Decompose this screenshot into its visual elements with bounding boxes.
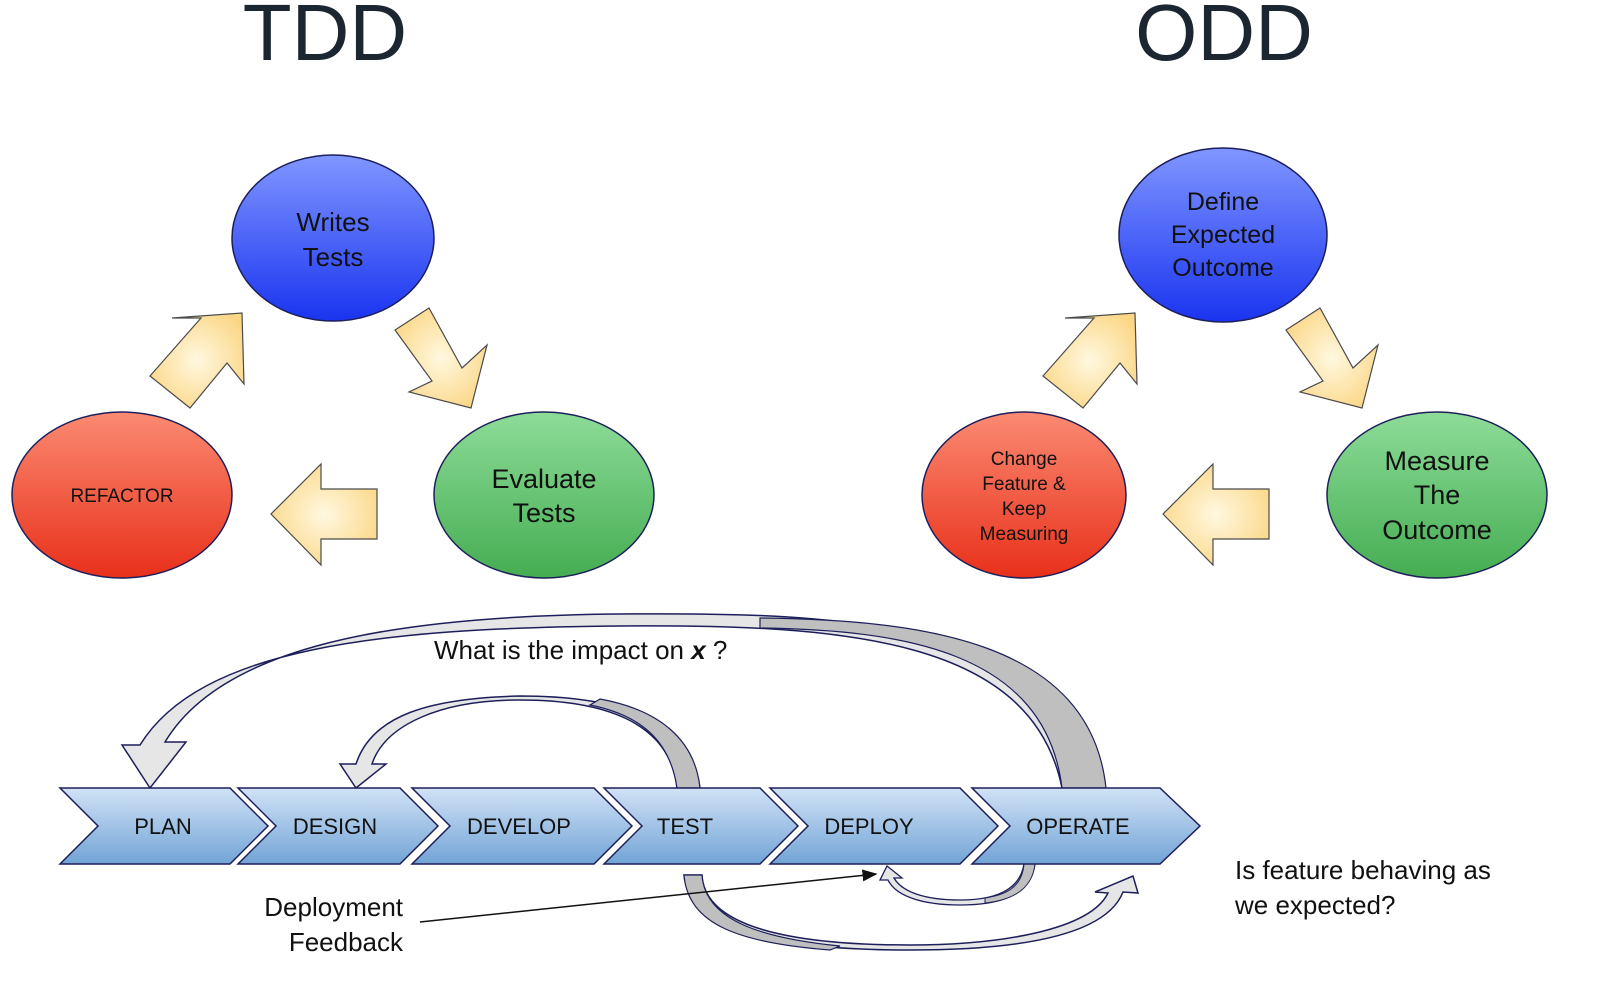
tdd-section: TDD Writes Tests Evaluate Tests REFACTOR (11, 0, 655, 579)
step-label: PLAN (134, 814, 191, 839)
cycle-arrow-down-right-icon (394, 307, 489, 409)
cycle-arrow-down-right-icon (1285, 307, 1380, 409)
odd-title: ODD (1135, 0, 1313, 77)
tdd-title: TDD (243, 0, 407, 77)
step-develop: DEVELOP (410, 787, 634, 865)
behaving-question: Is feature behaving as (1235, 855, 1491, 885)
node-label: Writes (296, 207, 369, 237)
node-define-expected-outcome: Define Expected Outcome (1118, 147, 1328, 323)
node-label: Measuring (980, 524, 1069, 545)
node-evaluate-tests: Evaluate Tests (433, 411, 655, 579)
cycle-arrow-left-icon (270, 462, 378, 567)
diagram-canvas: TDD Writes Tests Evaluate Tests REFACTOR… (11, 0, 1548, 957)
node-label: Measure (1384, 446, 1489, 476)
node-label: Change (991, 449, 1058, 470)
node-label: Tests (303, 242, 364, 272)
step-operate: OPERATE (970, 787, 1202, 865)
node-label: The (1414, 480, 1461, 510)
impact-question: What is the impact on x ? (434, 635, 727, 665)
node-label: Outcome (1382, 515, 1492, 545)
step-label: DESIGN (293, 814, 377, 839)
node-change-feature: Change Feature & Keep Measuring (921, 411, 1127, 579)
step-deploy: DEPLOY (768, 787, 1000, 865)
node-label: REFACTOR (70, 486, 173, 507)
deployment-feedback-label: Deployment (264, 892, 404, 922)
step-label: OPERATE (1026, 814, 1130, 839)
deployment-feedback-label: Feedback (289, 927, 404, 957)
node-label: Outcome (1172, 254, 1273, 282)
node-label: Expected (1171, 221, 1275, 249)
step-label: DEPLOY (824, 814, 914, 839)
odd-section: ODD Define Expected Outcome Measure The … (921, 0, 1548, 579)
cycle-arrow-up-right-icon (149, 312, 245, 409)
step-test: TEST (602, 787, 800, 865)
node-writes-tests: Writes Tests (231, 154, 435, 322)
node-label: Feature & (982, 474, 1066, 495)
feedback-arc-operate-to-deploy-icon (878, 863, 1036, 906)
step-plan: PLAN (58, 787, 270, 865)
step-label: TEST (657, 814, 713, 839)
node-label: Tests (512, 498, 575, 528)
behaving-question: we expected? (1234, 890, 1395, 920)
node-label: Evaluate (491, 464, 596, 494)
node-label: Define (1187, 188, 1259, 216)
deployment-feedback-pointer-icon (419, 869, 878, 923)
node-label: Keep (1002, 499, 1046, 520)
pipeline: PLAN DESIGN DEVELOP TEST DEPLOY OPERATE (58, 787, 1202, 865)
step-label: DEVELOP (467, 814, 571, 839)
node-measure-the-outcome: Measure The Outcome (1326, 411, 1548, 579)
feedback-arc-test-to-design-icon (338, 695, 701, 790)
cycle-arrow-up-right-icon (1042, 312, 1138, 409)
cycle-arrow-left-icon (1162, 462, 1270, 567)
node-refactor: REFACTOR (11, 411, 233, 579)
